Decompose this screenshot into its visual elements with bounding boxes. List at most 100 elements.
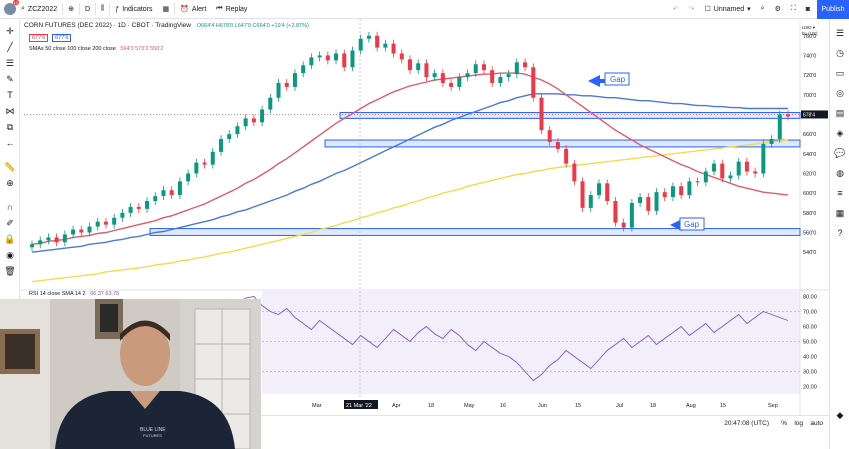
fib-icon[interactable]: ☰ (4, 57, 16, 69)
candle-body (720, 163, 725, 179)
layout-button[interactable]: ☐ Unnamed ▾ (700, 0, 756, 19)
candle-body (662, 192, 667, 198)
bell-icon[interactable]: ◍ (834, 167, 846, 179)
candle-body (38, 240, 43, 245)
settings-button[interactable]: ⚙ (770, 0, 786, 19)
buy-price[interactable]: 677'6 (52, 34, 72, 42)
time-axis-label: Jun (538, 403, 547, 409)
undo-button[interactable]: ↶ (668, 0, 684, 19)
candle-body (136, 206, 141, 209)
candle-body (317, 55, 322, 58)
candle-body (465, 73, 470, 78)
price-axis-label: 740'0 (803, 53, 816, 59)
gap-label-bottom: Gap (684, 220, 700, 229)
list-icon[interactable]: ≡ (834, 187, 846, 199)
fullscreen-button[interactable]: ⛶ (786, 0, 801, 19)
rsi-axis-label: 30.00 (803, 370, 817, 376)
candle-body (695, 181, 700, 183)
ruler-icon[interactable]: 📏 (4, 161, 16, 173)
clock-utc[interactable]: 20:47:08 (UTC) (724, 420, 769, 427)
candle-body (95, 221, 100, 227)
percent-toggle[interactable]: % (781, 420, 787, 427)
zoom-in-icon[interactable]: ⊕ (4, 177, 16, 189)
candle-body (638, 197, 643, 203)
rsi-legend[interactable]: RSI 14 close SMA 14 2 66.37 63.75 (29, 291, 119, 297)
layers-icon[interactable]: ◆ (834, 409, 846, 421)
magnet-icon[interactable]: ∩ (4, 201, 16, 213)
search-icon: ⌕ (760, 5, 765, 12)
candle-body (325, 55, 330, 61)
candle-body (399, 53, 404, 60)
back-arrow-icon[interactable]: ← (4, 137, 16, 149)
target-icon[interactable]: ◈ (834, 127, 846, 139)
top-toolbar: 10 ⌕ ZCZ2022 ⊕ D ⫼ ƒ Indicators ▦ ⏰ Aler… (0, 0, 849, 19)
candle-body (87, 226, 92, 233)
snapshot-button[interactable]: ◙ (801, 0, 815, 19)
time-axis-label: Jul (616, 403, 623, 409)
candle-body (30, 244, 34, 248)
calendar-icon[interactable]: ▤ (834, 107, 846, 119)
symbol-search[interactable]: ⌕ ZCZ2022 (16, 0, 62, 19)
candle-body (449, 82, 454, 87)
candle-body (777, 114, 782, 140)
quick-search-button[interactable]: ⌕ (756, 0, 770, 19)
candle-body (383, 43, 388, 48)
candle-body (786, 114, 790, 117)
grid-icon[interactable]: ▦ (834, 207, 846, 219)
lock-icon[interactable]: 🔒 (4, 233, 16, 245)
candle-body (186, 173, 191, 182)
candle-body (481, 64, 486, 71)
price-axis-label: 640'0 (803, 152, 816, 158)
crosshair-icon[interactable]: ✛ (4, 25, 16, 37)
watchlist-icon[interactable]: ☰ (834, 27, 846, 39)
redo-button[interactable]: ↷ (684, 0, 700, 19)
help-icon[interactable]: ? (834, 227, 846, 239)
candle-body (62, 234, 67, 243)
replay-label: Replay (225, 5, 248, 13)
sma-legend[interactable]: SMAs 50 close 100 close 200 close 594'3 … (29, 46, 163, 52)
time-axis-label: May (464, 403, 475, 409)
rsi-axis-label: 40.00 (803, 355, 817, 361)
alarm-icon: ⏰ (180, 6, 189, 13)
presenter-video: BLUE LINE FUTURES (0, 299, 261, 449)
search-icon: ⌕ (21, 5, 25, 12)
price-axis-label: 700'0 (803, 93, 816, 99)
alerts-clock-icon[interactable]: ◷ (834, 47, 846, 59)
compare-button[interactable]: ⊕ (63, 0, 79, 19)
interval-button[interactable]: D (80, 0, 95, 19)
templates-button[interactable]: ▦ (158, 0, 175, 19)
position-icon[interactable]: ⧉ (4, 121, 16, 133)
log-toggle[interactable]: log (794, 420, 803, 427)
replay-button[interactable]: ⏮ Replay (211, 0, 252, 19)
user-avatar[interactable]: 10 (4, 0, 19, 15)
gap-label-top: Gap (610, 75, 626, 84)
bottom-bar: 20:47:08 (UTC) % log auto (261, 415, 829, 449)
candle-body (408, 59, 412, 71)
text-icon[interactable]: T (4, 89, 16, 101)
trash-icon[interactable]: 🗑 (4, 265, 16, 277)
pencil-lock-icon[interactable]: ✐ (4, 217, 16, 229)
undo-icon: ↶ (672, 6, 679, 13)
sell-price[interactable]: 677'6 (29, 34, 49, 42)
brush-icon[interactable]: ✎ (4, 73, 16, 85)
price-axis-label: 540'0 (803, 250, 816, 256)
candle-body (432, 73, 437, 78)
pattern-icon[interactable]: ⋈ (4, 105, 16, 117)
trendline-icon[interactable]: ╱ (4, 41, 16, 53)
chat-bubble-icon[interactable]: 💬 (834, 147, 846, 159)
symbol-name: ZCZ2022 (27, 5, 58, 13)
publish-button[interactable]: Publish (817, 0, 849, 19)
eye-icon[interactable]: ◉ (4, 249, 16, 261)
candle-body (416, 63, 421, 71)
chart-type-button[interactable]: ⫼ (96, 0, 109, 19)
candle-body (79, 229, 84, 233)
chat-icon[interactable]: ▭ (834, 67, 846, 79)
time-axis-label: Mar (312, 403, 322, 409)
ideas-icon[interactable]: ◎ (834, 87, 846, 99)
shirt-logo-text-2: FUTURES (143, 433, 162, 438)
layout-name: Unnamed (713, 5, 745, 13)
candle-body (177, 181, 182, 196)
indicators-button[interactable]: ƒ Indicators (110, 0, 157, 19)
alert-button[interactable]: ⏰ Alert (175, 0, 211, 19)
auto-toggle[interactable]: auto (810, 420, 823, 427)
